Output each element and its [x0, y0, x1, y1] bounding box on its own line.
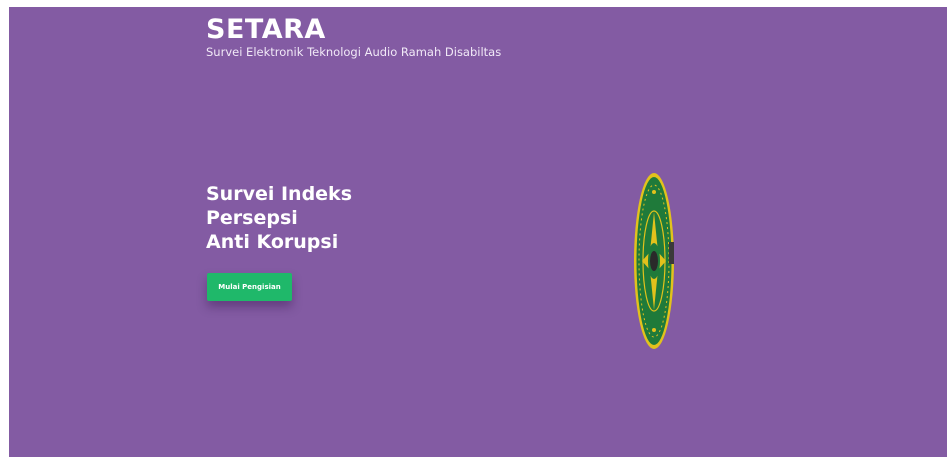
site-title: SETARA — [206, 14, 326, 45]
hero-section: SETARA Survei Elektronik Teknologi Audio… — [9, 7, 947, 457]
start-survey-button[interactable]: Mulai Pengisian — [207, 273, 292, 301]
site-subtitle: Survei Elektronik Teknologi Audio Ramah … — [206, 45, 502, 59]
court-emblem-icon — [633, 172, 675, 350]
hero-headline: Survei Indeks Persepsi Anti Korupsi — [206, 182, 466, 254]
headline-line-1: Survei Indeks — [206, 183, 353, 205]
page: SETARA Survei Elektronik Teknologi Audio… — [0, 0, 947, 457]
headline-line-3: Anti Korupsi — [206, 231, 339, 253]
brand: SETARA Survei Elektronik Teknologi Audio… — [206, 14, 501, 60]
headline-line-2: Persepsi — [206, 207, 298, 229]
